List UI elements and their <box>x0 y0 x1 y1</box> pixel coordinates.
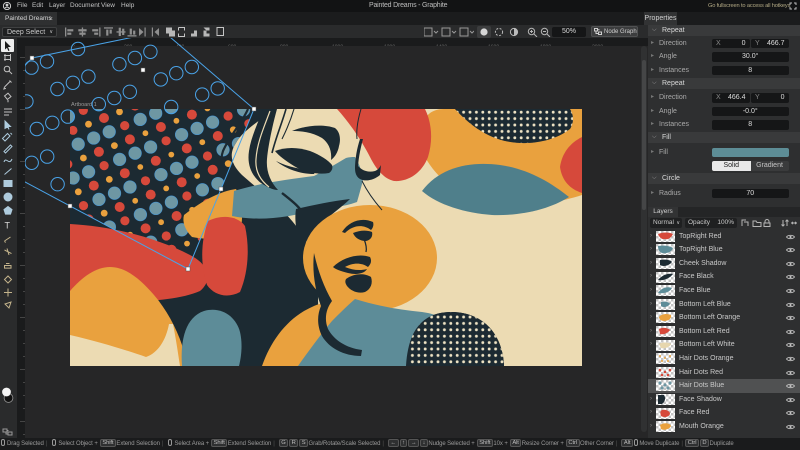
svg-text:T: T <box>5 221 11 231</box>
